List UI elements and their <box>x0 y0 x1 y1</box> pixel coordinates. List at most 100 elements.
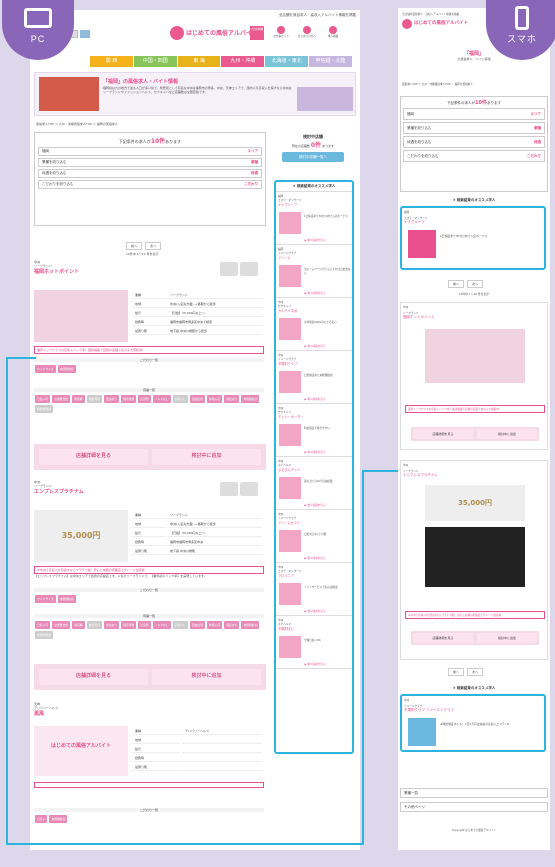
recommend-card[interactable]: 中洲 セクキャバ チェリーボーダー 時給保証で稼ぎやすい ▶ 求人情報を見る <box>276 404 352 457</box>
mail-icon[interactable] <box>240 482 258 496</box>
sp-search-row[interactable]: こだわりを絞り込む こだわり <box>403 150 545 162</box>
sp-card-thumb <box>408 230 436 258</box>
sp-listing-photo <box>425 329 525 383</box>
recommend-detail-link[interactable]: ▶ 求人情報を見る <box>280 662 350 666</box>
recommend-name[interactable]: カルチャ中洲 <box>278 308 350 313</box>
shop-detail-button[interactable]: 店舗詳細を見る <box>39 449 148 465</box>
prefs-title: こだわり一覧 <box>34 358 264 362</box>
search-row-pref[interactable]: こだわりを絞り込む こだわり <box>38 180 262 189</box>
recommend-detail-link[interactable]: ▶ 求人情報を見る <box>280 344 350 348</box>
search-row-type[interactable]: 業種を絞り込む 業種 <box>38 158 262 167</box>
pager-info: 10件中 1～10 件を表示 <box>126 252 159 256</box>
mail-icon[interactable] <box>240 262 258 276</box>
recommend-detail-link[interactable]: ▶ 求人情報を見る <box>280 397 350 401</box>
sp-listing-photo <box>425 527 525 587</box>
recommend-detail-link[interactable]: ▶ 求人情報を見る <box>280 450 350 454</box>
recommend-name[interactable]: チェリーボーダー <box>278 414 350 419</box>
beginner-link[interactable]: はじめての方へ <box>296 26 318 38</box>
nav-kyushu[interactable]: 九州・沖縄 <box>221 56 265 67</box>
recommend-detail-link[interactable]: ▶ 求人情報を見る <box>280 291 350 295</box>
recommend-detail-link[interactable]: ▶ 求人情報を見る <box>280 503 350 507</box>
phone-icon[interactable] <box>220 262 238 276</box>
sp-listing-catch: 業界トップクラスの高収入バック率！雑誌掲載で話題の店舗で女の子大募集中！ <box>405 405 545 413</box>
nav-tokai[interactable]: 東 海 <box>177 56 221 67</box>
recommend-name[interactable]: アロマニア <box>278 573 350 578</box>
search-button[interactable] <box>80 30 90 38</box>
add-considering-button[interactable]: 検討中に追加 <box>152 669 261 685</box>
breadcrumb[interactable]: 風俗求人TOP ＞ 九州・沖縄風俗求人TOP ＞ 福岡の風俗求人 <box>36 122 118 126</box>
benefit-tag: 体験入店 <box>207 395 223 403</box>
recommend-detail-link[interactable]: ▶ 求人情報を見る <box>280 556 350 560</box>
search-panel: 下記条件の求人が10件あります 福岡 エリア 業種を絞り込む 業種 待遇を絞り込む待… <box>34 132 266 226</box>
recommend-thumb <box>279 636 301 658</box>
recommend-card[interactable]: 中洲 エステ・マッサージ アロマニア ソフトサービスで初心者歓迎 ▶ 求人情報を見る <box>276 563 352 616</box>
nav-hokkaido[interactable]: 北海道・東北 <box>265 56 309 67</box>
recommend-title: ★ 検索結果のオススメ求人 <box>276 182 352 192</box>
recommend-detail-link[interactable]: ▶ 求人情報を見る <box>280 609 350 613</box>
recommend-detail-link[interactable]: ▶ 求人情報を見る <box>280 238 350 242</box>
recommend-name[interactable]: ナナグループ <box>278 202 350 207</box>
nav-koshinetsu[interactable]: 甲信越・北陸 <box>309 56 352 67</box>
prefs-tags: ワイドサイズ 未経験歓迎 <box>34 594 77 604</box>
sp-listing-catch: ★中洲で高収入を目指すならプラチナ級！安心と信頼の老舗店でグレード最高峰 <box>405 611 545 619</box>
recommend-name[interactable]: 不規則クラブ <box>278 361 350 366</box>
benefits-title: 待遇一覧 <box>34 614 264 618</box>
shop-detail-button[interactable]: 店舗詳細を見る <box>39 669 148 685</box>
sp-search-row[interactable]: 業種を絞り込む 業種 <box>403 122 545 134</box>
benefit-tag: 寮完備 <box>72 395 85 403</box>
nav-kansai[interactable]: 関 西 <box>90 56 133 67</box>
add-considering-button[interactable]: 検討中に追加 <box>152 449 261 465</box>
sp-search-summary: 下記条件の求人が10件あります <box>447 100 501 106</box>
recommend-card[interactable]: 中洲 ホテヘルス ぷるるんギャル 週1日からOKで自由出勤 ▶ 求人情報を見る <box>276 457 352 510</box>
logo-icon <box>402 19 412 29</box>
post-link[interactable]: 求人掲載 <box>322 26 344 38</box>
benefit-tag: 体験入店 <box>207 621 223 629</box>
listing-desc: 【エンプレスプラチナム】は中洲エリアで話題の高級店です。人気のソープランドで、【… <box>34 574 207 578</box>
listing-icons <box>220 262 258 276</box>
sp-search-row[interactable]: 福岡 エリア <box>403 108 545 120</box>
considering-button[interactable]: 検討中店舗一覧へ <box>282 152 344 162</box>
benefit-tag: 日払い可 <box>35 621 51 629</box>
sp-listing-card: 中洲 ソープランド エンプレスプラチナム 35,000円 ★中洲で高収入を目指す… <box>400 460 548 660</box>
sp-footer-link[interactable]: その他ページ <box>400 802 548 812</box>
benefit-tag: 送迎あり <box>103 395 120 403</box>
sp-search-row[interactable]: 待遇を絞り込む 待遇 <box>403 136 545 148</box>
recommend-card[interactable]: 中洲 イメージクラブ 不規則クラブ 日給保証あり未経験歓迎 ▶ 求人情報を見る <box>276 351 352 404</box>
recommend-name[interactable]: 不規則ぽい <box>278 626 350 631</box>
considering-box: 検討中店舗 現在の店舗数 0件 あります 検討中店舗一覧へ <box>270 134 356 176</box>
listing-catch: ★中洲で高収入を目指すならプラチナ級！安心と信頼の老舗店でグレード最高峰 <box>34 566 264 574</box>
nav-chugoku[interactable]: 中国・四国 <box>133 56 177 67</box>
benefit-tag: 自由出勤 <box>189 395 206 403</box>
listing-actions: 店舗詳細を見る 検討中に追加 <box>34 664 266 690</box>
sp-footer-link[interactable]: 業種一覧 <box>400 788 548 798</box>
search-row-benefit[interactable]: 待遇を絞り込む 待遇 <box>38 169 262 178</box>
sp-recommend-card-2[interactable]: 中洲 イメージクラブ 不規則クラブ ファーストクラブ ★時給保証ボトル！1日5万… <box>400 694 546 752</box>
sp-breadcrumb[interactable]: 風俗求人TOP ＞ 九州・沖縄風俗求人TOP ＞ 福岡の風俗求人 <box>402 82 473 86</box>
search-row-area[interactable]: 福岡 エリア <box>38 147 262 156</box>
site-logo[interactable]: はじめての風俗アルバイト <box>170 24 258 46</box>
recommend-card[interactable]: 福岡 エステ・マッサージ ナナグループ 1日保証あり30分以内で入店ボーナス ▶ 求人情… <box>276 192 352 245</box>
benefit-tag: ノルマなし <box>152 395 171 403</box>
recommend-card[interactable]: 中洲 セクキャバ カルチャ中洲 平均時給4000円以上で安心 ▶ 求人情報を見る <box>276 298 352 351</box>
recommend-name[interactable]: ドリームゼスト <box>278 520 350 525</box>
recommend-thumb <box>279 212 301 234</box>
recommend-name[interactable]: ドリーム <box>278 255 350 260</box>
sp-listing-actions: 店舗詳細を見る 検討中に追加 <box>411 631 539 645</box>
pref-tag: ワイドサイズ <box>35 365 56 373</box>
recommend-text: 時給保証で稼ぎやすい <box>304 427 330 430</box>
pager-prev[interactable]: 前へ <box>126 242 143 250</box>
recommend-card[interactable]: 中洲 ホテヘルス 不規則ぽい 全額日払いOK ▶ 求人情報を見る <box>276 616 352 669</box>
listing-catch: 業界トップクラスの高収入バック率！雑誌掲載で話題の店舗で女の子大募集中！ <box>34 346 264 354</box>
hero-silhouette <box>297 87 353 111</box>
guide-link[interactable]: お仕事ガイド <box>270 26 292 38</box>
hero-title: 「福岡」の風俗求人・バイト情報 <box>103 79 179 85</box>
recommend-name[interactable]: ぷるるんギャル <box>278 467 350 472</box>
sp-recommend-card[interactable]: 福岡 エステ・マッサージ ナナグループ 1日保証あり30分以内で入店ボーナス <box>400 206 546 270</box>
recommend-card[interactable]: 中洲 イメージクラブ ドリームゼスト 日給3万円以上可能 ▶ 求人情報を見る <box>276 510 352 563</box>
phone-icon[interactable] <box>220 482 238 496</box>
benefits-tags: 日払い可 交通費支給 寮完備 衣装貸与 送迎あり 個室待機 託児所 ノルマなし 罰金なし 自由出勤… <box>34 394 264 414</box>
listing-name[interactable]: 風風 <box>34 710 266 717</box>
pager-next[interactable]: 次へ <box>145 242 162 250</box>
prefs-title: こだわり一覧 <box>34 588 264 592</box>
recommend-card[interactable]: 福岡 イメージクラブ ドリーム 当ホームページ見てもらえれば日給支払い ▶ 求人情報を見… <box>276 245 352 298</box>
